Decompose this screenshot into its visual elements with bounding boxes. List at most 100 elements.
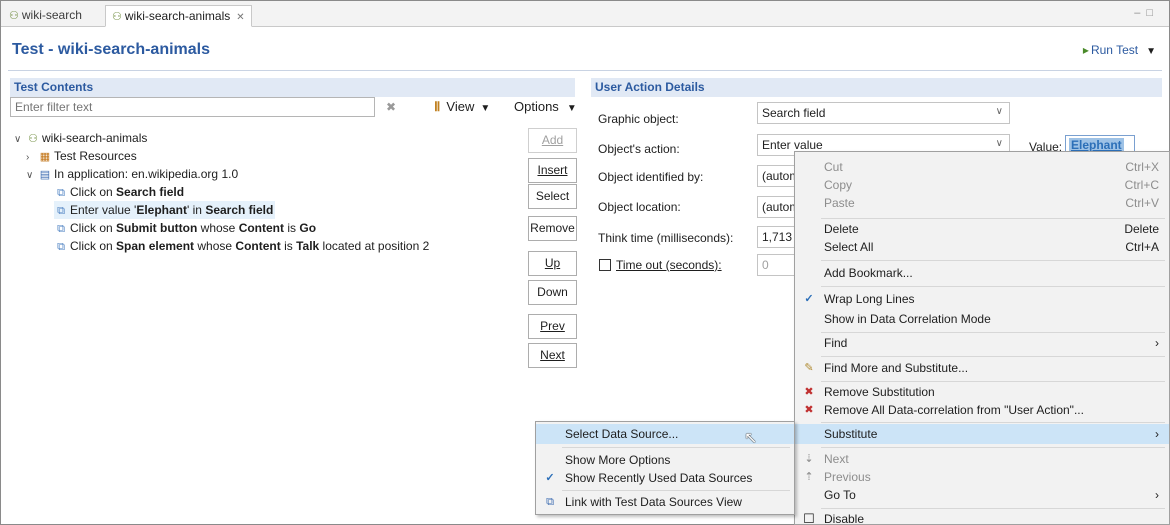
options-menu-button[interactable]: Options ▼ (514, 99, 577, 114)
tree-text: is (284, 221, 300, 235)
timeout-checkbox[interactable] (599, 259, 611, 271)
tree-item-label: wiki-search-animals (42, 131, 148, 145)
menu-item-next[interactable]: ⇣ Next (795, 449, 1169, 469)
chevron-down-icon: ▼ (566, 103, 577, 114)
view-label: View (446, 99, 475, 114)
menu-item-link-data-sources[interactable]: ⧉ Link with Test Data Sources View (536, 492, 794, 512)
menu-item-previous[interactable]: ⇡ Previous (795, 467, 1169, 487)
tree-item-application[interactable]: ∨ ▤ In application: en.wikipedia.org 1.0 (26, 165, 238, 183)
menu-item-disable[interactable]: ☐ Disable (795, 509, 1169, 525)
tree-item-action[interactable]: ⧉ Click on Span element whose Content is … (54, 237, 429, 255)
menu-item-copy[interactable]: Copy Ctrl+C (795, 175, 1169, 195)
menu-item-show-data-correlation[interactable]: Show in Data Correlation Mode (795, 309, 1169, 329)
think-time-input[interactable]: 1,713 (757, 226, 797, 248)
menu-label: Remove All Data-correlation from "User A… (824, 403, 1084, 417)
combo-value: Search field (762, 106, 826, 120)
action-icon: ⧉ (57, 187, 65, 199)
menu-item-find-more-substitute[interactable]: ✎ Find More and Substitute... (795, 358, 1169, 378)
tree-text: whose (197, 221, 239, 235)
object-location-combo[interactable]: (autom (757, 196, 797, 218)
timeout-input[interactable]: 0 (757, 254, 797, 276)
minimize-icon[interactable]: – (1134, 7, 1146, 19)
button-label: Insert (537, 163, 568, 177)
chevron-down-icon: ▼ (480, 103, 491, 114)
menu-item-paste[interactable]: Paste Ctrl+V (795, 193, 1169, 213)
menu-item-go-to[interactable]: Go To › (795, 485, 1169, 505)
window-controls[interactable]: –□ (1134, 7, 1159, 19)
menu-item-delete[interactable]: Delete Delete (795, 219, 1169, 239)
menu-item-wrap-long-lines[interactable]: ✓ Wrap Long Lines (795, 289, 1169, 309)
menu-item-add-bookmark[interactable]: Add Bookmark... (795, 263, 1169, 283)
tree-text: whose (194, 239, 236, 253)
menu-label: Delete (824, 222, 859, 236)
action-icon: ⧉ (57, 223, 65, 235)
menu-item-cut[interactable]: Cut Ctrl+X (795, 157, 1169, 177)
menu-shortcut: Ctrl+X (1125, 160, 1159, 174)
tree-item-test-resources[interactable]: › ▦ Test Resources (26, 147, 137, 165)
next-icon: ⇣ (804, 453, 814, 465)
menu-label: Show More Options (565, 453, 671, 467)
menu-label: Select All (824, 240, 874, 254)
tree-item-test[interactable]: ∨ ⚇ wiki-search-animals (14, 129, 147, 147)
menu-label: Paste (824, 196, 855, 210)
button-label: Select (535, 189, 570, 203)
button-label: Next (540, 348, 565, 362)
tree-item-action-selected[interactable]: ⧉ Enter value 'Elephant' in Search field (54, 201, 276, 219)
selected-value-text[interactable]: Elephant (1069, 138, 1124, 152)
graphic-object-label: Graphic object: (598, 112, 679, 126)
menu-item-find[interactable]: Find › (795, 333, 1169, 353)
remove-button[interactable]: Remove (528, 216, 577, 241)
tree-text-bold: Span element (116, 239, 195, 253)
menu-shortcut: Ctrl+C (1124, 178, 1159, 192)
add-button[interactable]: Add (528, 128, 577, 153)
filter-input[interactable] (10, 97, 375, 117)
options-label: Options (514, 99, 559, 114)
run-test-button[interactable]: ▸ Run Test ▼ (1083, 43, 1156, 57)
up-button[interactable]: Up (528, 251, 577, 276)
close-icon[interactable]: ✕ (236, 12, 244, 23)
menu-label: Show Recently Used Data Sources (565, 471, 753, 485)
tree-text: located at position 2 (319, 239, 430, 253)
object-identified-by-combo[interactable]: (autom (757, 165, 797, 187)
menu-item-show-recent-sources[interactable]: ✓ Show Recently Used Data Sources (536, 468, 794, 488)
expand-twisty-icon[interactable]: ∨ (26, 167, 38, 185)
menu-item-show-more-options[interactable]: Show More Options (536, 450, 794, 470)
maximize-icon[interactable]: □ (1146, 7, 1159, 19)
insert-button[interactable]: Insert (528, 158, 577, 183)
menu-separator (821, 286, 1165, 287)
clear-filter-icon[interactable]: ✖ (386, 100, 396, 114)
menu-item-remove-all-correlation[interactable]: ✖ Remove All Data-correlation from "User … (795, 400, 1169, 420)
action-icon: ⧉ (57, 205, 65, 217)
chevron-down-icon[interactable]: ▼ (1146, 46, 1156, 57)
menu-item-select-all[interactable]: Select All Ctrl+A (795, 237, 1169, 257)
objects-action-label: Object's action: (598, 142, 680, 156)
menu-item-remove-substitution[interactable]: ✖ Remove Substitution (795, 382, 1169, 402)
test-icon: ⚇ (28, 133, 38, 145)
tab-label: wiki-search-animals (124, 9, 231, 23)
prev-button[interactable]: Prev (528, 314, 577, 339)
tree-text-bold: Search field (205, 203, 274, 217)
run-test-label: Run Test (1090, 43, 1139, 57)
test-icon: ⚇ (112, 11, 122, 23)
menu-separator (821, 447, 1165, 448)
graphic-object-combo[interactable]: Search field ∨ (757, 102, 1010, 124)
tree-text-bold: Content (238, 221, 285, 235)
expand-twisty-icon[interactable]: ∨ (14, 131, 26, 149)
down-button[interactable]: Down (528, 280, 577, 305)
object-location-label: Object location: (598, 200, 681, 214)
select-button[interactable]: Select (528, 184, 577, 209)
tree-item-action[interactable]: ⧉ Click on Search field (54, 183, 184, 201)
menu-label: Substitute (824, 427, 878, 441)
mouse-cursor-icon: ↖ (744, 430, 758, 447)
menu-label: Cut (824, 160, 843, 174)
timeout-label-text: Time out (seconds): (616, 258, 722, 272)
tab-label: wiki-search (21, 8, 82, 22)
tree-item-action[interactable]: ⧉ Click on Submit button whose Content is… (54, 219, 316, 237)
menu-label: Wrap Long Lines (824, 292, 915, 306)
view-menu-button[interactable]: Ⅱ View ▼ (434, 99, 490, 115)
tab-wiki-search-animals[interactable]: ⚇ wiki-search-animals ✕ (105, 5, 252, 27)
tree-text: Click on (70, 239, 117, 253)
next-button[interactable]: Next (528, 343, 577, 368)
tab-wiki-search[interactable]: ⚇ wiki-search (3, 5, 88, 27)
menu-item-substitute[interactable]: Substitute › (795, 424, 1169, 444)
